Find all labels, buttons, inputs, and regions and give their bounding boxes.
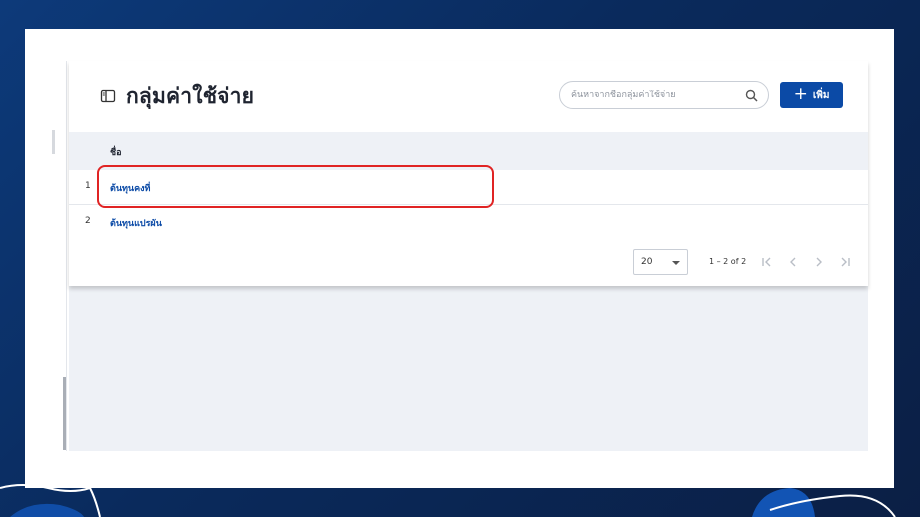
search-box[interactable] — [559, 81, 769, 109]
page-size-value: 20 — [641, 257, 653, 267]
column-header-name[interactable]: ชื่อ — [110, 145, 122, 159]
page-size-select[interactable]: 20 — [633, 249, 688, 275]
scrollbar-track-top[interactable] — [52, 130, 55, 154]
prev-page-icon[interactable] — [786, 254, 800, 270]
pagination-range: 1 – 2 of 2 — [709, 257, 747, 266]
row-name-link[interactable]: ต้นทุนแปรผัน — [110, 216, 162, 230]
search-input[interactable] — [571, 90, 731, 100]
table-row[interactable]: 2 ต้นทุนแปรผัน — [69, 205, 868, 239]
plus-icon: + — [793, 83, 808, 104]
last-page-icon[interactable] — [838, 254, 852, 270]
content-left-border — [66, 61, 67, 451]
add-button[interactable]: + เพิ่ม — [780, 82, 843, 108]
page-header: กลุ่มค่าใช้จ่าย — [100, 82, 254, 110]
highlight-annotation — [97, 165, 494, 208]
first-page-icon[interactable] — [760, 254, 774, 270]
search-icon[interactable] — [745, 89, 758, 102]
page-title: กลุ่มค่าใช้จ่าย — [126, 83, 255, 108]
chevron-down-icon — [672, 261, 680, 265]
add-button-label: เพิ่ม — [812, 89, 830, 101]
sidebar-panel-icon[interactable] — [100, 88, 116, 104]
next-page-icon[interactable] — [812, 254, 826, 270]
scrollbar-thumb[interactable] — [63, 377, 66, 450]
row-index: 1 — [85, 181, 91, 191]
row-index: 2 — [85, 216, 91, 226]
